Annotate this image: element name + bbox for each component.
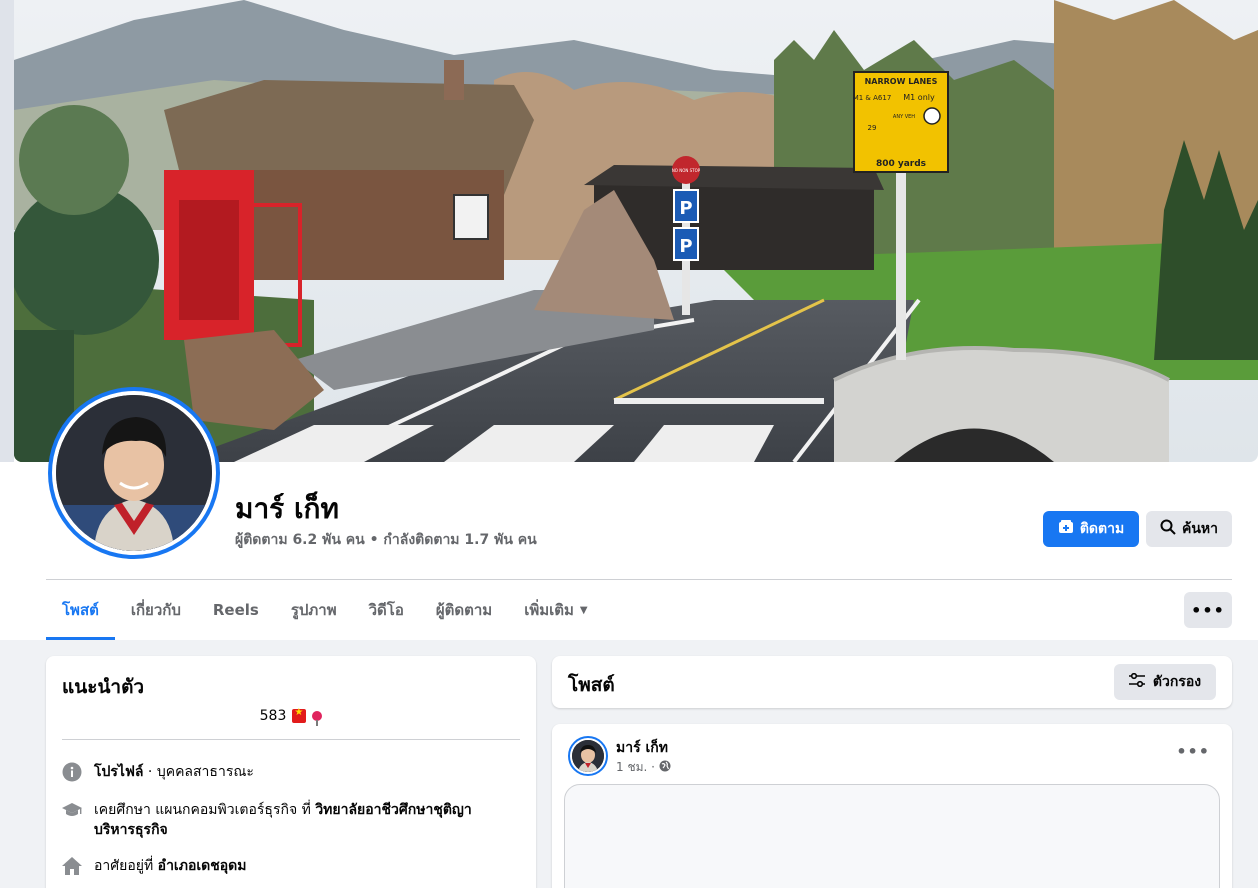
post-card: มาร์ เก็ท 1 ชม. · ••• (552, 724, 1232, 888)
follow-button-label: ติดตาม (1079, 521, 1125, 537)
cover-nonstop-sign: NO NON STOP (672, 168, 701, 173)
post-author-name[interactable]: มาร์ เก็ท (616, 737, 668, 759)
education-prefix: เคยศึกษา แผนกคอมพิวเตอร์ธุรกิจ ที่ (94, 802, 316, 818)
filter-sliders-icon (1128, 672, 1145, 691)
filter-button-label: ตัวกรอง (1152, 674, 1202, 690)
intro-card: แนะนำตัว 583 โปรไฟล์ · บุคคลสาธารณะ เคยศ… (46, 656, 536, 888)
follow-add-icon (1058, 519, 1074, 539)
intro-row-education: เคยศึกษา แผนกคอมพิวเตอร์ธุรกิจ ที่ วิทยา… (62, 800, 522, 840)
profile-avatar[interactable] (48, 387, 220, 559)
post-avatar-photo (572, 740, 604, 772)
cover-sign-left: M1 & A617 (853, 94, 892, 102)
left-edge-strip (0, 0, 14, 462)
search-button[interactable]: ค้นหา (1146, 511, 1232, 547)
more-options-button[interactable]: ••• (1184, 592, 1232, 628)
tab-reels[interactable]: Reels (197, 580, 275, 640)
info-icon (62, 762, 82, 782)
cover-sign-vehicles: ANY VEH (893, 114, 915, 120)
tab-about[interactable]: เกี่ยวกับ (115, 580, 197, 640)
intro-row-residence: อาศัยอยู่ที่ อำเภอเดชอุดม (62, 856, 522, 876)
cover-sign-distance: 800 yards (876, 159, 926, 169)
cover-photo-illustration: NARROW LANES M1 & A617 29 M1 only ANY VE… (14, 0, 1258, 462)
posts-title: โพสต์ (568, 674, 615, 696)
svg-text:P: P (679, 198, 692, 219)
post-meta: 1 ชม. · (616, 758, 671, 777)
tab-label: เพิ่มเติม (524, 601, 574, 619)
cover-sign-title: NARROW LANES (865, 77, 938, 86)
tab-label: โพสต์ (62, 601, 99, 619)
graduation-cap-icon (62, 800, 82, 820)
tab-label: วิดีโอ (368, 601, 404, 619)
intro-bio: 583 (46, 707, 536, 726)
cover-photo[interactable]: NARROW LANES M1 & A617 29 M1 only ANY VE… (14, 0, 1258, 462)
home-icon (62, 856, 82, 876)
tab-label: เกี่ยวกับ (130, 601, 181, 619)
post-media[interactable] (564, 784, 1220, 888)
profile-follow-stats[interactable]: ผู้ติดตาม 6.2 พัน คน • กำลังติดตาม 1.7 พ… (235, 529, 537, 551)
tab-label: Reels (212, 601, 259, 619)
tab-followers[interactable]: ผู้ติดตาม (420, 580, 508, 640)
filter-button[interactable]: ตัวกรอง (1114, 664, 1216, 700)
cover-sign-right: M1 only (903, 93, 935, 102)
avatar-inner (52, 391, 216, 555)
cover-sign-badge: 29 (868, 124, 877, 132)
follow-button[interactable]: ติดตาม (1043, 511, 1139, 547)
tab-photos[interactable]: รูปภาพ (275, 580, 353, 640)
vietnam-flag-icon (292, 707, 307, 723)
globe-icon (659, 760, 671, 775)
profile-name: มาร์ เก็ท (235, 492, 339, 525)
search-button-label: ค้นหา (1181, 521, 1219, 537)
tab-posts[interactable]: โพสต์ (46, 580, 115, 640)
post-author-avatar[interactable] (568, 736, 608, 776)
profile-tabs: โพสต์ เกี่ยวกับ Reels รูปภาพ วิดีโอ ผู้ต… (46, 580, 604, 640)
avatar-illustration (56, 395, 212, 551)
svg-text:P: P (679, 236, 692, 257)
posts-header-card: โพสต์ ตัวกรอง (552, 656, 1232, 708)
chevron-down-icon: ▼ (579, 604, 588, 616)
tab-more[interactable]: เพิ่มเติม ▼ (508, 580, 603, 640)
search-icon (1160, 519, 1176, 539)
tab-label: รูปภาพ (290, 601, 337, 619)
profile-type-label: โปรไฟล์ (94, 764, 144, 780)
residence-place-link[interactable]: อำเภอเดชอุดม (158, 858, 247, 874)
post-timestamp[interactable]: 1 ชม. · (616, 758, 655, 777)
post-options-button[interactable]: ••• (1176, 742, 1210, 761)
avatar-photo (56, 395, 212, 551)
pushpin-icon (312, 711, 323, 726)
intro-row-profile: โปรไฟล์ · บุคคลสาธารณะ (62, 762, 522, 782)
intro-title: แนะนำตัว (62, 676, 145, 698)
residence-prefix: อาศัยอยู่ที่ (94, 858, 158, 874)
bio-text: 583 (259, 708, 287, 724)
profile-type-value: · บุคคลสาธารณะ (143, 764, 254, 780)
tab-videos[interactable]: วิดีโอ (353, 580, 420, 640)
tab-label: ผู้ติดตาม (435, 601, 493, 619)
intro-divider (62, 739, 520, 740)
